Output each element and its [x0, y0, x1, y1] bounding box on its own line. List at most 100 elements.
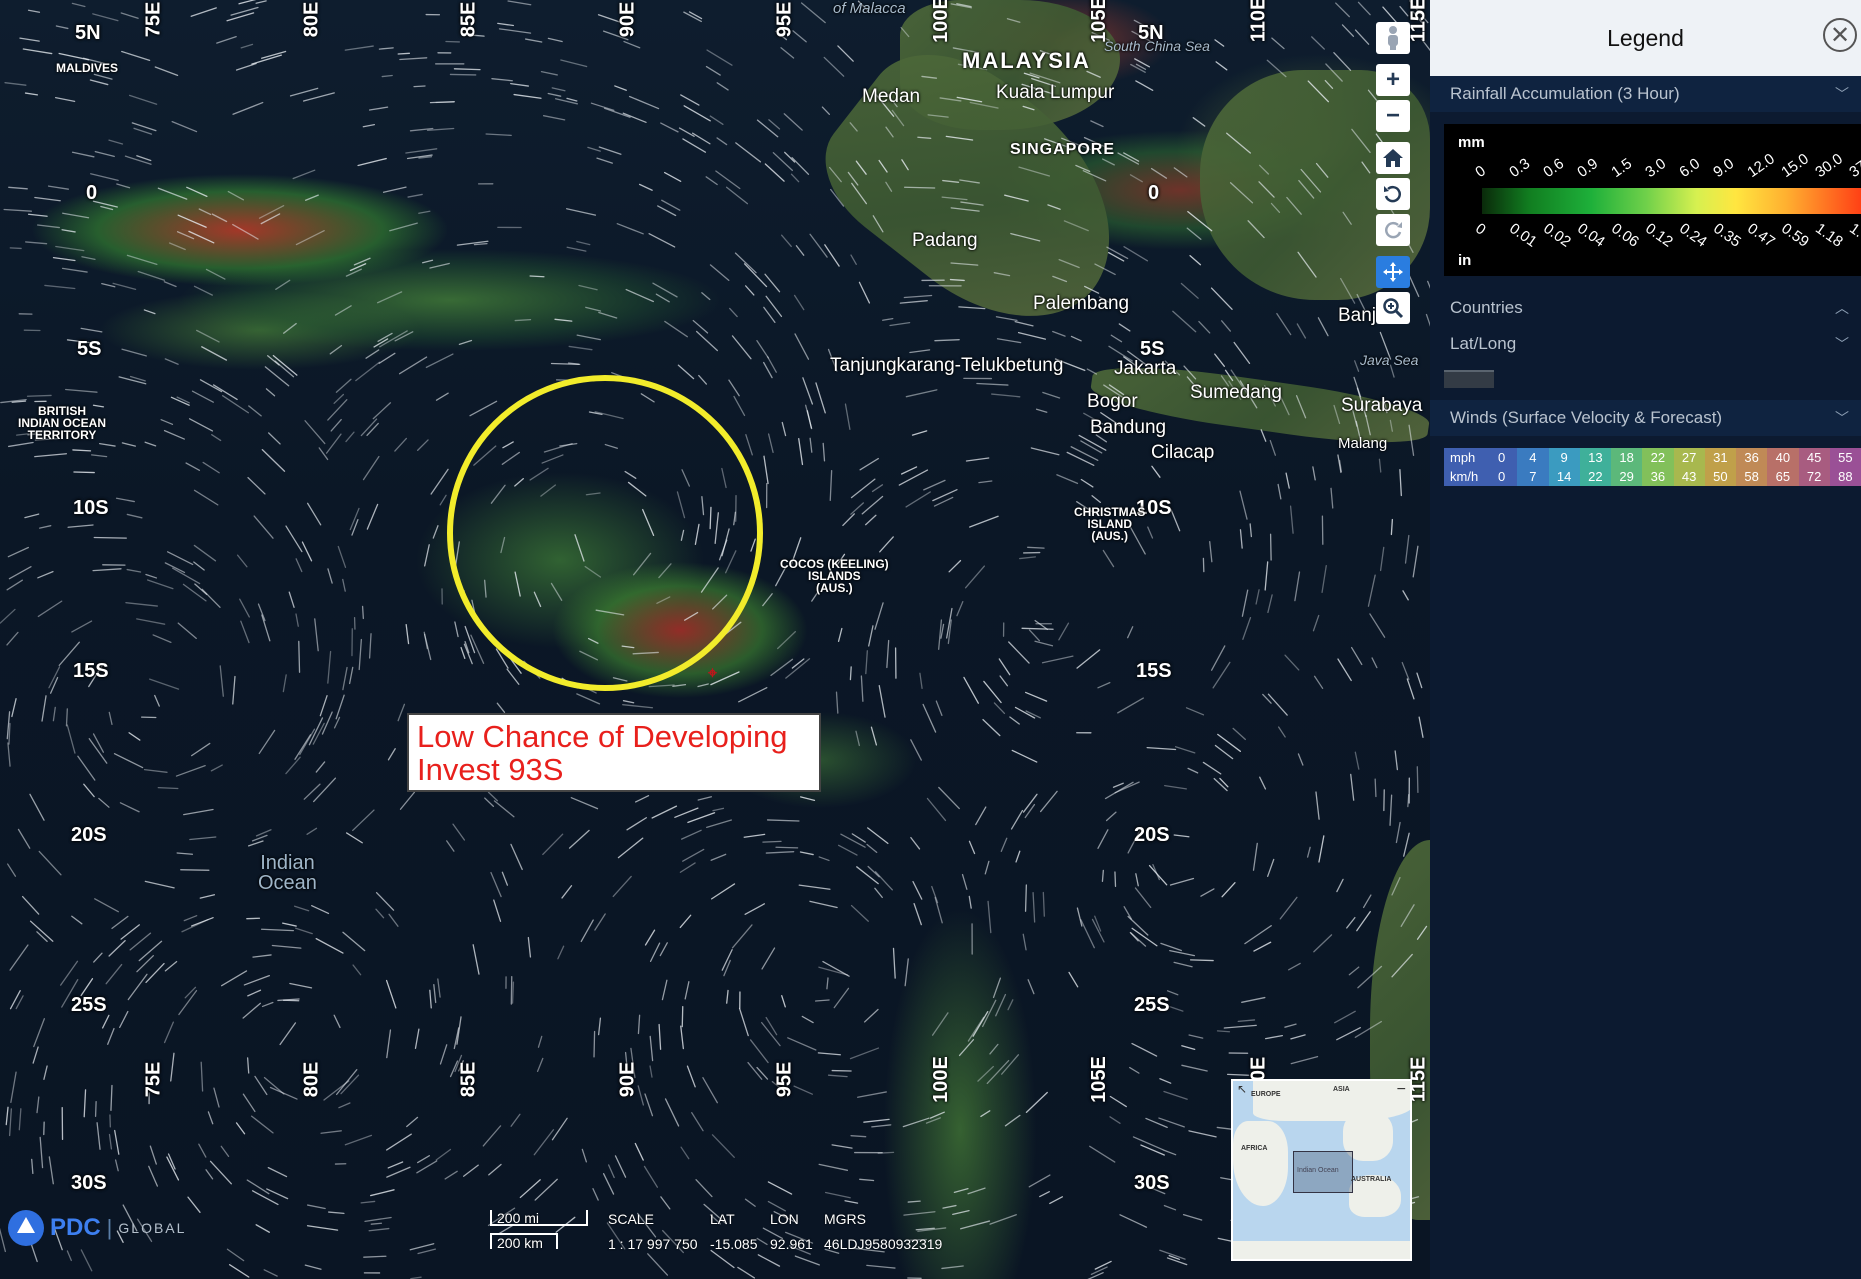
- wind-streak: [205, 268, 226, 280]
- wind-streak: [426, 127, 455, 131]
- wind-streak: [660, 1196, 671, 1210]
- wind-streak: [416, 439, 429, 452]
- wind-streak: [919, 672, 923, 690]
- undo-icon[interactable]: [1376, 178, 1410, 210]
- zoom-out-button[interactable]: −: [1376, 100, 1410, 132]
- wind-streak: [368, 1227, 390, 1232]
- rain-unit-mm: mm: [1458, 134, 1485, 151]
- wind-streak: [71, 620, 93, 633]
- wind-streak: [822, 442, 826, 462]
- wind-streak: [763, 306, 776, 324]
- wind-streak: [386, 1133, 412, 1151]
- wind-streak: [1276, 312, 1292, 336]
- wind-streak: [931, 1012, 949, 1036]
- wind-speed-scale: mph 0 4 9 13 18 22 27 31 36 40 45 55 km/h 0 7 14 22 29 36 43…: [1444, 448, 1861, 486]
- wind-streak: [725, 186, 749, 205]
- wind-streak: [298, 640, 301, 673]
- wind-streak: [327, 399, 348, 421]
- section-title: Rainfall Accumulation (3 Hour): [1450, 84, 1680, 103]
- wind-streak: [1188, 1130, 1217, 1138]
- wind-streak: [1399, 469, 1402, 497]
- lat-label: 30S: [71, 1172, 107, 1194]
- home-icon[interactable]: [1376, 142, 1410, 174]
- wind-streak: [701, 292, 711, 301]
- legend-section-rainfall[interactable]: Rainfall Accumulation (3 Hour) ﹀: [1430, 76, 1861, 112]
- wind-streak: [258, 729, 276, 755]
- wind-streak: [1317, 317, 1329, 337]
- wind-streak: [308, 717, 324, 746]
- wind-streak: [587, 146, 601, 152]
- wind-streak: [777, 631, 797, 650]
- mm-tick-label: 37: [1846, 157, 1861, 181]
- wind-streak: [1262, 693, 1272, 704]
- wind-streak: [27, 9, 41, 13]
- wind-streak: [236, 554, 248, 568]
- pegman-icon[interactable]: [1376, 22, 1410, 54]
- wind-streak: [942, 1204, 957, 1209]
- wind-streak: [878, 684, 886, 718]
- legend-section-winds[interactable]: Winds (Surface Velocity & Forecast) ﹀: [1430, 400, 1861, 436]
- wind-streak: [282, 922, 297, 927]
- wind-streak: [246, 1057, 250, 1074]
- legend-section-countries[interactable]: Countries ︿: [1430, 290, 1861, 326]
- wind-streak: [1420, 38, 1430, 52]
- map-view[interactable]: 5N 0 5S 10S 15S 20S 25S 30S 5N 0 5S 10S …: [0, 0, 1430, 1279]
- wind-streak: [1223, 1024, 1257, 1029]
- wind-streak: [822, 960, 850, 977]
- expand-icon[interactable]: ↖: [1237, 1082, 1247, 1096]
- wind-streak: [1350, 773, 1355, 801]
- zoom-in-button[interactable]: +: [1376, 64, 1410, 96]
- legend-section-latlong[interactable]: Lat/Long ﹀: [1430, 326, 1861, 362]
- wind-streak: [193, 285, 214, 296]
- wind-streak: [221, 395, 250, 414]
- wind-streak: [454, 621, 459, 638]
- pan-icon[interactable]: [1376, 256, 1410, 288]
- wind-streak: [1416, 766, 1419, 793]
- wind-streak: [333, 1014, 341, 1029]
- wind-streak: [923, 479, 946, 491]
- wind-streak: [1068, 971, 1079, 988]
- wind-streak: [285, 525, 303, 553]
- wind-streak: [26, 394, 52, 397]
- wind-streak: [612, 875, 632, 898]
- wind-streak: [1416, 672, 1423, 689]
- wind-streak: [429, 262, 450, 269]
- wind-streak: [274, 360, 295, 378]
- wind-streak: [874, 887, 883, 899]
- wind-streak: [547, 37, 563, 43]
- wind-streak: [1259, 776, 1267, 790]
- wind-streak: [1311, 36, 1325, 50]
- wind-streak: [1080, 440, 1103, 454]
- redo-icon[interactable]: [1376, 214, 1410, 246]
- wind-streak: [1163, 1090, 1188, 1100]
- wind-streak: [387, 1161, 404, 1169]
- wind-streak: [934, 339, 960, 342]
- zoom-icon[interactable]: [1376, 292, 1410, 324]
- wind-streak: [1239, 490, 1248, 520]
- wind-streak: [418, 156, 433, 159]
- wind-streak: [1173, 167, 1188, 178]
- wind-streak: [996, 338, 1022, 344]
- wind-streak: [418, 210, 431, 214]
- wind-streak: [148, 678, 180, 690]
- wind-streak: [17, 828, 31, 849]
- wind-streak: [765, 851, 795, 854]
- wind-streak: [1009, 716, 1020, 725]
- wind-streak: [1395, 821, 1401, 844]
- wind-kmh-value: 36: [1642, 467, 1674, 486]
- lon-label: 75E: [142, 1061, 165, 1098]
- wind-streak: [658, 1023, 662, 1050]
- wind-streak: [190, 917, 214, 927]
- close-icon[interactable]: ✕: [1823, 18, 1857, 52]
- wind-streak: [399, 791, 416, 810]
- wind-streak: [335, 694, 345, 720]
- wind-streak: [202, 461, 220, 474]
- wind-streak: [345, 832, 363, 844]
- wind-streak: [406, 1116, 419, 1128]
- overview-map[interactable]: ↖ − EUROPE ASIA AFRICA AUSTRALIA Indian …: [1231, 1079, 1412, 1261]
- wind-streak: [566, 97, 578, 102]
- wind-streak: [1102, 549, 1115, 568]
- wind-streak: [566, 246, 587, 252]
- wind-streak: [635, 795, 650, 803]
- collapse-overview-button[interactable]: −: [1397, 1081, 1406, 1099]
